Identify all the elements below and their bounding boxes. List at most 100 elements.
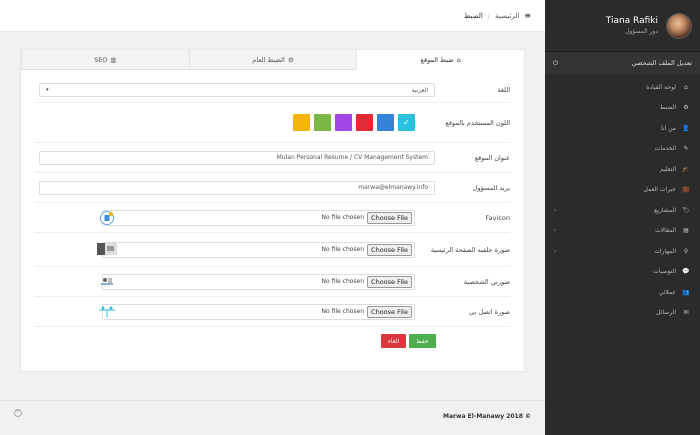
tag-icon: 🏷 [682,206,690,214]
choose-file-button[interactable]: Choose File [367,211,412,224]
contact-photo-file-input[interactable]: Choose File No file chosen [102,303,415,320]
favicon-preview-image [100,211,114,225]
admin-email-label: بريد المسؤول [472,183,510,192]
color-swatches: ✓ [293,114,415,131]
sidebar-item-messages[interactable]: ✉ الرسائل [545,303,700,324]
avatar [666,12,692,39]
lightbulb-icon: ⚲ [683,247,689,255]
chart-icon: ▥ [110,55,117,64]
sidebar-item-label: الرسائل [656,309,676,317]
briefcase-icon: 💼 [682,186,690,194]
favicon-label: Favicon [485,213,510,222]
sidebar-item-skills[interactable]: ⚲ المهارات ‹ [545,241,700,262]
sidebar-item-settings[interactable]: ⚙ الضبط [545,98,700,119]
chevron-icon: ‹ [554,247,557,255]
tab-general-settings[interactable]: ⚙ الضبط العام [188,50,357,69]
breadcrumb-current: الضبط [463,11,483,20]
sidebar-item-label: عملائي [658,288,676,296]
sidebar-nav: ⌂ لوحة القيادة ⚙ الضبط 👤 من انا ✎ الخدمات 🎓 ا… [545,74,700,323]
form-actions: الغاء حفظ [381,334,436,348]
scroll-top-icon[interactable]: ^ [14,409,22,417]
home-background-row: صورة خلفيه الصفحة الرئيسية Choose File N… [35,233,510,267]
chevron-icon: ‹ [554,206,557,214]
comments-icon: 💬 [682,268,690,276]
envelope-icon: ✉ [683,309,689,317]
home-icon: ⌂ [456,55,461,64]
sidebar-item-clients[interactable]: 👥 عملائي [545,282,700,303]
color-swatch-cyan[interactable]: ✓ [398,114,415,131]
choose-file-button[interactable]: Choose File [367,275,412,288]
pencil-icon: ✎ [683,145,689,153]
graduation-cap-icon: 🎓 [682,165,690,173]
favicon-file-input[interactable]: Choose File No file chosen [102,209,415,226]
tab-label: ضبط الموقع [420,55,454,64]
save-button[interactable]: حفظ [409,334,436,348]
power-icon[interactable]: ⏻ [553,59,558,68]
sidebar-item-articles[interactable]: ▤ المقالات ‹ [545,221,700,242]
profile-photo-file-input[interactable]: Choose File No file chosen [102,273,415,290]
sidebar: Tiana Rafiki دور المسؤول تعديل الملف الش… [545,0,700,435]
settings-form: اللغة العربية ▾ اللون المستخدم بالموقع ✓ [21,70,524,327]
color-swatch-yellow[interactable] [293,114,310,131]
admin-email-input[interactable]: marwa@elmanawy.info [39,180,435,195]
sidebar-item-about[interactable]: 👤 من انا [545,118,700,139]
sidebar-item-label: الخدمات [654,145,676,153]
tab-label: SEO [94,55,108,64]
settings-tabs: ⌂ ضبط الموقع ⚙ الضبط العام ▥ SEO [20,50,524,70]
sidebar-item-projects[interactable]: 🏷 المشاريع ‹ [545,200,700,221]
sidebar-item-testimonials[interactable]: 💬 التوصيات [545,262,700,283]
sidebar-item-label: التعليم [660,165,676,173]
tab-seo[interactable]: ▥ SEO [20,50,189,69]
color-swatch-blue[interactable] [377,114,394,131]
site-title-label: عنوان الموقع [474,153,510,162]
tab-site-settings[interactable]: ⌂ ضبط الموقع [356,50,524,70]
breadcrumb-home[interactable]: الرئيسية [495,12,519,20]
breadcrumb-separator: / [487,11,491,20]
color-swatch-green[interactable] [314,114,331,131]
language-row: اللغة العربية ▾ [35,78,510,103]
cancel-button[interactable]: الغاء [381,334,407,348]
admin-email-row: بريد المسؤول marwa@elmanawy.info [35,173,510,203]
language-value: العربية [411,86,428,94]
language-select[interactable]: العربية ▾ [39,83,435,97]
contact-photo-row: صورة اتصل بي Choose File No file chosen [35,297,510,327]
favicon-row: Favicon Choose File No file chosen [35,203,510,233]
file-status: No file chosen [321,308,365,315]
contact-photo-preview-image [99,306,115,318]
color-swatch-purple[interactable] [335,114,352,131]
sidebar-item-label: من انا [661,124,676,132]
sidebar-item-label: المقالات [655,227,676,235]
file-status: No file chosen [321,278,365,285]
color-row: اللون المستخدم بالموقع ✓ [35,103,510,143]
user-icon: 👤 [682,124,690,132]
check-icon: ✓ [403,118,410,127]
home-background-label: صورة خلفيه الصفحة الرئيسية [430,245,510,254]
sidebar-item-experience[interactable]: 💼 خبرات العمل [545,180,700,201]
edit-profile-link[interactable]: تعديل الملف الشخصي [632,59,692,67]
profile-photo-row: صورتي الشخصية Choose File No file chosen [35,267,510,297]
sidebar-item-education[interactable]: 🎓 التعليم [545,159,700,180]
user-name: Tiana Rafiki [605,16,658,26]
home-icon: ⌂ [684,83,688,91]
menu-icon[interactable]: ≡ [524,11,531,20]
sidebar-item-label: التوصيات [653,268,676,276]
profile-header: Tiana Rafiki دور المسؤول [545,0,700,52]
tab-label: الضبط العام [252,55,285,64]
choose-file-button[interactable]: Choose File [367,243,412,256]
site-title-input[interactable]: Mulan Personal Resume / CV Management Sy… [39,150,435,165]
edit-profile-bar: تعديل الملف الشخصي ⏻ [545,52,700,74]
language-label: اللغة [497,86,510,94]
sidebar-item-dashboard[interactable]: ⌂ لوحة القيادة [545,77,700,98]
contact-photo-label: صورة اتصل بي [469,307,510,316]
choose-file-button[interactable]: Choose File [367,305,412,318]
settings-panel: ⌂ ضبط الموقع ⚙ الضبط العام ▥ SEO اللغة ا… [20,49,525,372]
sidebar-item-label: المشاريع [654,206,676,214]
sidebar-item-services[interactable]: ✎ الخدمات [545,139,700,160]
breadcrumb: ≡ الرئيسية / الضبط [464,11,531,20]
profile-photo-label: صورتي الشخصية [463,277,510,286]
color-swatch-red[interactable] [356,114,373,131]
article-icon: ▤ [683,227,689,235]
user-role: دور المسؤول [624,28,658,35]
home-background-file-input[interactable]: Choose File No file chosen [102,241,415,258]
sidebar-item-label: خبرات العمل [643,186,676,194]
